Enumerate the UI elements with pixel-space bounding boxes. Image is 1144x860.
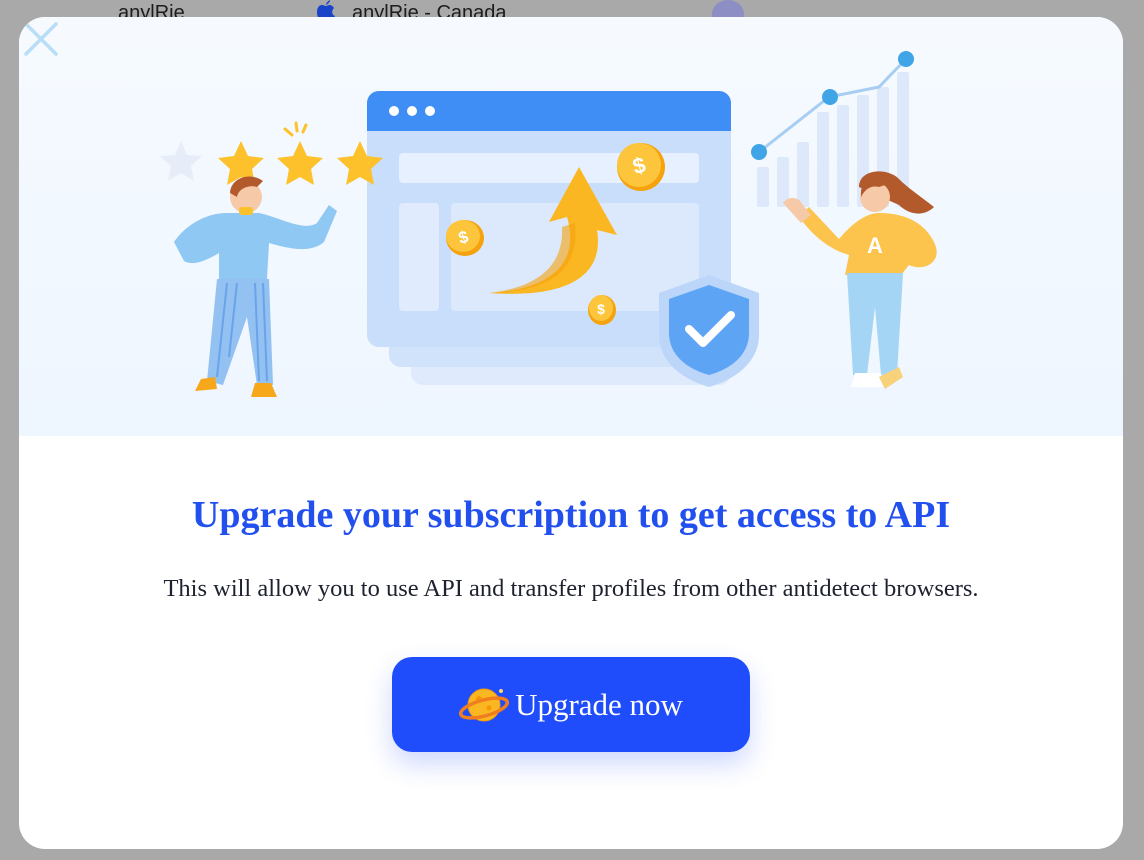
planet-icon <box>459 688 510 721</box>
upgrade-illustration: $ $ $ A <box>160 51 937 397</box>
svg-text:A: A <box>867 233 883 258</box>
svg-text:$: $ <box>597 301 605 317</box>
close-icon[interactable] <box>19 17 63 61</box>
modal-description: This will allow you to use API and trans… <box>163 575 979 602</box>
upgrade-now-label: Upgrade now <box>515 686 683 722</box>
upgrade-now-button[interactable]: Upgrade now <box>392 657 750 752</box>
modal-title: Upgrade your subscription to get access … <box>191 494 951 536</box>
upgrade-modal: $ $ $ A Upgrade your subscription to get… <box>19 17 1123 849</box>
hero-illustration: $ $ $ A <box>19 17 1123 436</box>
